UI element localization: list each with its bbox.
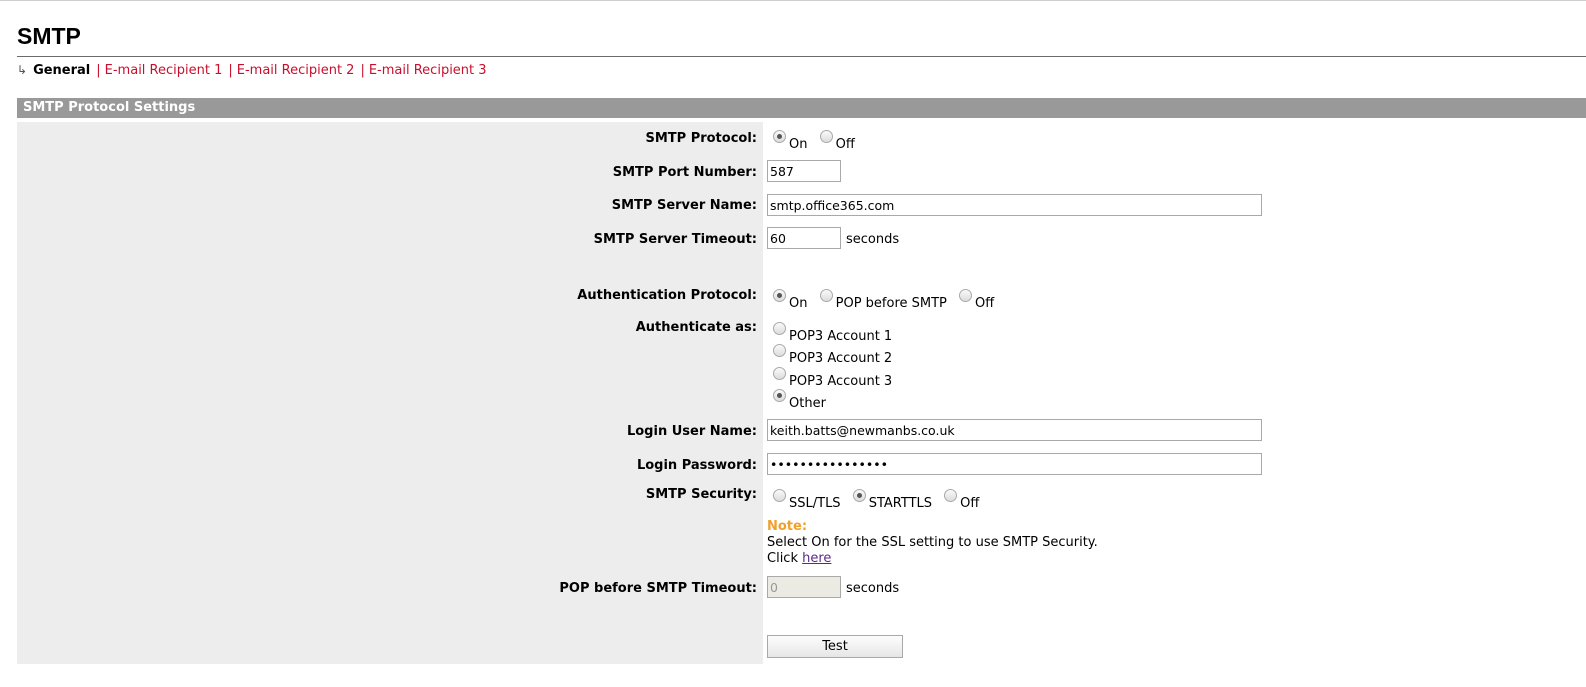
subnav-general: General	[33, 63, 91, 78]
note-text: Select On for the SSL setting to use SMT…	[767, 535, 1098, 550]
subnav-separator: |	[228, 63, 233, 78]
note-click-prefix: Click	[767, 551, 798, 566]
smtp-security-ssl-tls-option[interactable]: SSL/TLS	[773, 489, 841, 511]
auth-protocol-label: Authentication Protocol:	[577, 288, 757, 303]
smtp-protocol-radio-group: On Off	[767, 130, 857, 152]
pop-timeout-unit: seconds	[846, 581, 900, 596]
smtp-security-off-option[interactable]: Off	[944, 489, 979, 511]
radio-unchecked-icon[interactable]	[819, 289, 833, 302]
authenticate-as-option-2[interactable]: POP3 Account 2	[767, 344, 894, 366]
auth-protocol-pop-before-smtp-option[interactable]: POP before SMTP	[819, 289, 947, 311]
smtp-server-timeout-unit: seconds	[846, 232, 900, 247]
title-divider	[17, 56, 1586, 57]
authenticate-as-option-other[interactable]: Other	[767, 389, 828, 411]
radio-unchecked-icon[interactable]	[773, 322, 786, 335]
smtp-port-input[interactable]	[767, 160, 841, 182]
login-password-label: Login Password:	[636, 458, 757, 473]
auth-protocol-on-option[interactable]: On	[773, 289, 807, 311]
smtp-security-radio-group: SSL/TLS STARTTLS Off	[767, 489, 981, 511]
smtp-protocol-on-option[interactable]: On	[773, 130, 807, 152]
radio-unchecked-icon[interactable]	[773, 489, 786, 502]
smtp-protocol-off-option[interactable]: Off	[819, 130, 855, 152]
page-title: SMTP	[17, 23, 81, 49]
radio-unchecked-icon[interactable]	[944, 489, 958, 502]
login-password-input[interactable]	[767, 453, 1262, 475]
test-button[interactable]: Test	[767, 635, 903, 658]
authenticate-as-option-3[interactable]: POP3 Account 3	[767, 367, 894, 389]
radio-checked-icon[interactable]	[773, 289, 786, 302]
radio-unchecked-icon[interactable]	[773, 367, 786, 380]
note-title: Note:	[767, 519, 808, 534]
auth-protocol-radio-group: On POP before SMTP Off	[767, 289, 996, 311]
radio-unchecked-icon[interactable]	[819, 130, 833, 143]
login-user-name-input[interactable]	[767, 419, 1262, 441]
security-note: Note: Select On for the SSL setting to u…	[767, 519, 1098, 567]
smtp-protocol-label: SMTP Protocol:	[645, 131, 757, 146]
radio-checked-icon[interactable]	[773, 389, 786, 402]
login-user-name-label: Login User Name:	[626, 424, 757, 439]
radio-checked-icon[interactable]	[773, 130, 786, 143]
sub-navigation: ↳ General | E-mail Recipient 1 | E-mail Recip…	[17, 63, 487, 78]
smtp-server-name-label: SMTP Server Name:	[611, 198, 757, 213]
auth-protocol-off-option[interactable]: Off	[959, 289, 994, 311]
authenticate-as-label: Authenticate as:	[635, 320, 757, 335]
radio-unchecked-icon[interactable]	[773, 344, 786, 357]
smtp-server-timeout-input[interactable]	[767, 227, 841, 249]
subnav-separator: |	[360, 63, 365, 78]
smtp-port-label: SMTP Port Number:	[612, 165, 757, 180]
radio-checked-icon[interactable]	[852, 489, 866, 502]
subnav-email-recipient-3[interactable]: E-mail Recipient 3	[369, 63, 487, 78]
subnav-email-recipient-1[interactable]: E-mail Recipient 1	[105, 63, 223, 78]
smtp-security-starttls-option[interactable]: STARTTLS	[852, 489, 932, 511]
note-here-link[interactable]: here	[802, 551, 831, 566]
section-header: SMTP Protocol Settings	[17, 98, 1586, 118]
sub-arrow-icon: ↳	[17, 63, 28, 77]
subnav-email-recipient-2[interactable]: E-mail Recipient 2	[237, 63, 355, 78]
authenticate-as-option-1[interactable]: POP3 Account 1	[767, 322, 894, 344]
smtp-server-timeout-label: SMTP Server Timeout:	[593, 232, 757, 247]
pop-timeout-input	[767, 576, 841, 598]
smtp-security-label: SMTP Security:	[645, 487, 757, 502]
subnav-separator: |	[96, 63, 101, 78]
pop-timeout-label: POP before SMTP Timeout:	[559, 581, 757, 596]
smtp-server-name-input[interactable]	[767, 194, 1262, 216]
radio-unchecked-icon[interactable]	[959, 289, 973, 302]
